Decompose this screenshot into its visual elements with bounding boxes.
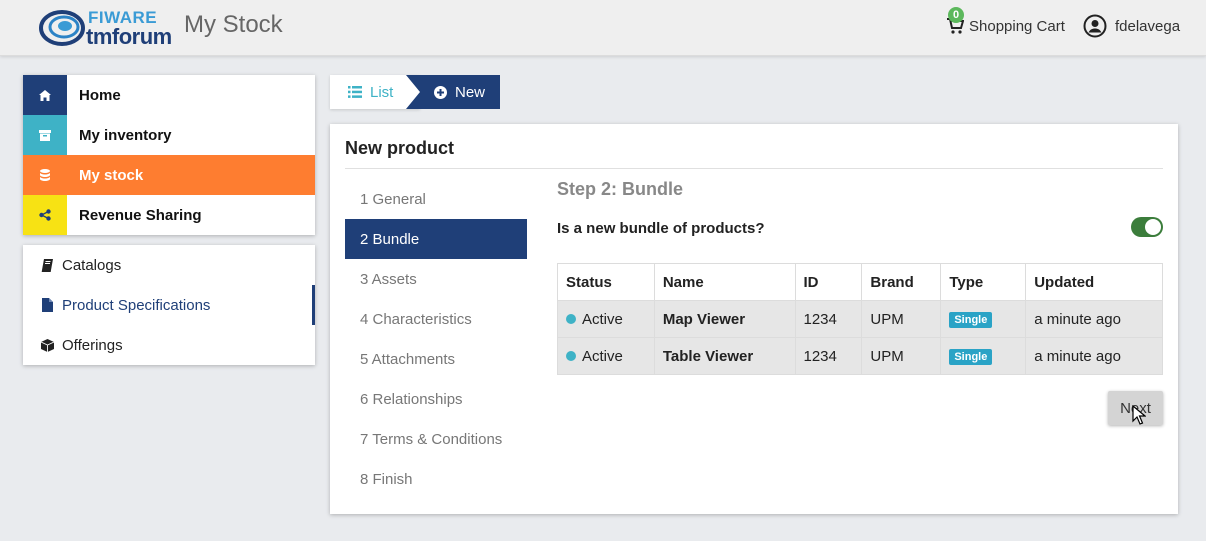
- file-icon: [40, 298, 54, 312]
- page-title: New product: [345, 138, 455, 158]
- app-title: My Stock: [184, 11, 283, 38]
- step-terms-conditions[interactable]: 7 Terms & Conditions: [345, 419, 527, 459]
- column-header-type: Type: [940, 263, 1027, 301]
- column-header-id: ID: [794, 263, 863, 301]
- type-badge: Single: [949, 349, 993, 365]
- home-icon: [23, 75, 67, 115]
- type-cell: Single: [940, 300, 1027, 338]
- cart-label: Shopping Cart: [969, 17, 1065, 35]
- sidebar-item-my-stock[interactable]: My stock: [23, 155, 315, 195]
- cube-icon: [40, 338, 54, 352]
- sidebar-item-label: My inventory: [79, 126, 172, 144]
- sidebar-item-label: Offerings: [62, 336, 123, 354]
- status-cell: Active: [557, 337, 655, 375]
- archive-icon: [23, 115, 67, 155]
- column-header-updated: Updated: [1025, 263, 1163, 301]
- step-characteristics[interactable]: 4 Characteristics: [345, 299, 527, 339]
- step-relationships[interactable]: 6 Relationships: [345, 379, 527, 419]
- list-icon: [348, 86, 362, 98]
- sidebar-item-my-inventory[interactable]: My inventory: [23, 115, 315, 155]
- column-header-brand: Brand: [861, 263, 942, 301]
- breadcrumb-list-label: List: [370, 83, 394, 101]
- logo-tmforum-text: tmforum: [86, 24, 172, 49]
- shopping-cart-link[interactable]: 0 Shopping Cart: [946, 7, 1065, 38]
- logo-swirl-icon: [39, 10, 85, 46]
- top-bar: FIWARE tmforum My Stock 0 Shopping Cart …: [0, 0, 1206, 56]
- step-finish[interactable]: 8 Finish: [345, 459, 527, 499]
- next-button[interactable]: Next: [1108, 391, 1163, 425]
- breadcrumb: List New: [330, 75, 500, 109]
- updated-cell: a minute ago: [1025, 337, 1163, 375]
- share-icon: [23, 195, 67, 235]
- status-cell: Active: [557, 300, 655, 338]
- user-menu[interactable]: fdelavega: [1083, 13, 1180, 39]
- brand-cell: UPM: [861, 300, 942, 338]
- sidebar-sub-nav: Catalogs Product Specifications Offering…: [23, 245, 315, 365]
- sidebar-item-offerings[interactable]: Offerings: [23, 325, 315, 365]
- column-header-status: Status: [557, 263, 655, 301]
- book-icon: [40, 258, 54, 272]
- status-dot-icon: [566, 350, 576, 361]
- status-text: Active: [582, 347, 623, 365]
- breadcrumb-new-tab[interactable]: New: [406, 75, 500, 109]
- column-header-name: Name: [653, 263, 796, 301]
- name-cell: Table Viewer: [653, 337, 796, 375]
- wizard-steps: 1 General 2 Bundle 3 Assets 4 Characteri…: [345, 179, 527, 499]
- step-attachments[interactable]: 5 Attachments: [345, 339, 527, 379]
- cart-count-badge: 0: [948, 7, 964, 23]
- sidebar-item-label: Revenue Sharing: [79, 206, 202, 224]
- table-row[interactable]: Active Map Viewer 1234 UPM Single a minu…: [557, 300, 1163, 338]
- bundle-toggle[interactable]: [1131, 217, 1163, 237]
- step-heading: Step 2: Bundle: [557, 179, 684, 199]
- bundle-question-label: Is a new bundle of products?: [557, 220, 765, 237]
- id-cell: 1234: [794, 337, 863, 375]
- user-circle-icon: [1083, 14, 1107, 38]
- sidebar-item-home[interactable]: Home: [23, 75, 315, 115]
- database-icon: [23, 155, 67, 195]
- status-text: Active: [582, 310, 623, 328]
- breadcrumb-list-tab[interactable]: List: [330, 75, 420, 109]
- sidebar-item-catalogs[interactable]: Catalogs: [23, 245, 315, 285]
- bundle-products-table: Status Name ID Brand Type Updated Active…: [557, 263, 1163, 375]
- name-cell: Map Viewer: [653, 300, 796, 338]
- updated-cell: a minute ago: [1025, 300, 1163, 338]
- type-badge: Single: [949, 312, 993, 328]
- sidebar-item-label: Product Specifications: [62, 296, 211, 314]
- sidebar-item-revenue-sharing[interactable]: Revenue Sharing: [23, 195, 315, 235]
- new-product-card: New product 1 General 2 Bundle 3 Assets …: [330, 124, 1178, 514]
- step-assets[interactable]: 3 Assets: [345, 259, 527, 299]
- username: fdelavega: [1115, 17, 1181, 35]
- title-divider: [345, 168, 1163, 169]
- table-header-row: Status Name ID Brand Type Updated: [557, 263, 1163, 301]
- type-cell: Single: [940, 337, 1027, 375]
- sidebar-main-nav: Home My inventory My stock Revenue Shari…: [23, 75, 315, 235]
- step-bundle[interactable]: 2 Bundle: [345, 219, 527, 259]
- breadcrumb-new-label: New: [455, 83, 486, 101]
- brand-cell: UPM: [861, 337, 942, 375]
- table-row[interactable]: Active Table Viewer 1234 UPM Single a mi…: [557, 337, 1163, 375]
- sidebar-item-label: My stock: [79, 166, 144, 184]
- sidebar-item-label: Home: [79, 86, 121, 104]
- sidebar-item-label: Catalogs: [62, 256, 122, 274]
- plus-circle-icon: [434, 85, 447, 99]
- sidebar-item-product-specifications[interactable]: Product Specifications: [23, 285, 315, 325]
- step-general[interactable]: 1 General: [345, 179, 527, 219]
- id-cell: 1234: [794, 300, 863, 338]
- fiware-tmforum-logo[interactable]: FIWARE tmforum: [38, 6, 178, 50]
- toggle-knob: [1145, 219, 1161, 235]
- status-dot-icon: [566, 313, 576, 324]
